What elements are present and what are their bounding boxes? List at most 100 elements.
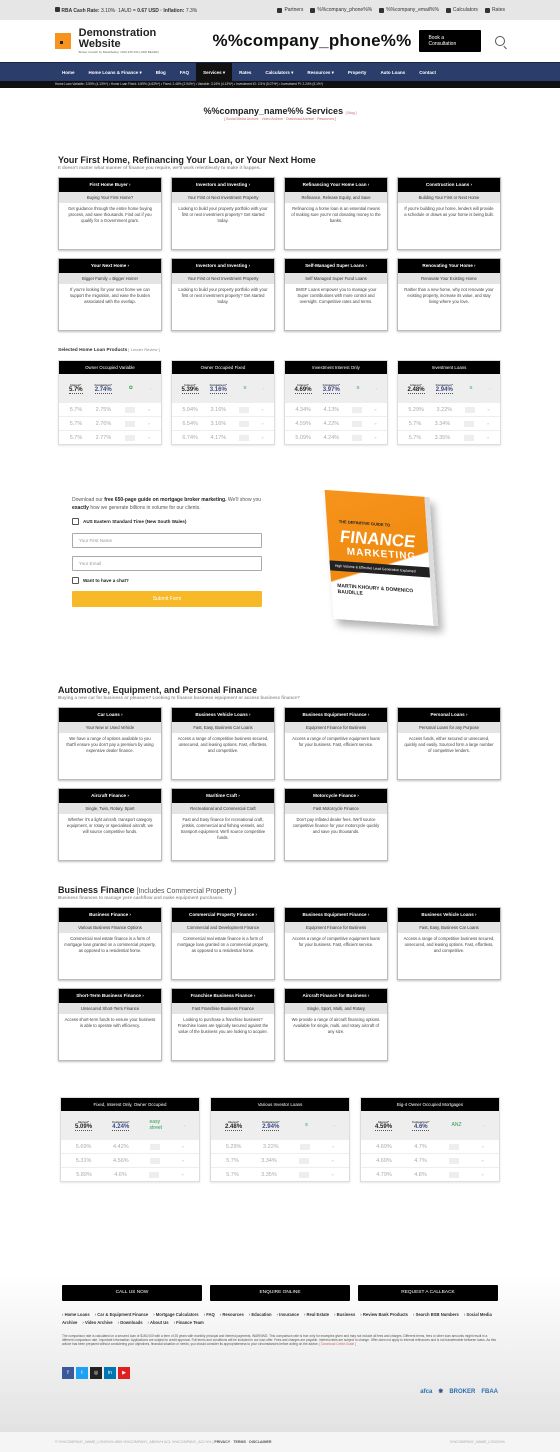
service-card[interactable]: Your Next Home › Bigger Family = Bigger H… xyxy=(58,258,162,331)
card-title[interactable]: Investors and Investing › xyxy=(172,259,274,273)
service-card[interactable]: Investors and Investing › Your First or N… xyxy=(171,258,275,331)
service-card[interactable]: Construction Loans › Building Your First … xyxy=(397,177,501,250)
disclaimer-link[interactable]: DISCLAIMER xyxy=(249,1440,271,1444)
rate-main-row[interactable]: Interest* 5.7% Comparison* 2.74% ✿ › xyxy=(59,374,161,402)
service-card[interactable]: Franchise Business Finance › Fast Franchi… xyxy=(171,988,275,1061)
rate-row[interactable]: 4.34% 4.13% » xyxy=(285,402,387,416)
credit-guide-link[interactable]: [ Download Credit Guide ] xyxy=(319,1342,356,1346)
first-name-input[interactable] xyxy=(72,533,262,548)
double-chevron-icon[interactable]: » xyxy=(482,1172,484,1177)
card-title[interactable]: Aircraft Finance › xyxy=(59,789,161,803)
service-card[interactable]: Business Equipment Finance › Equipment Fi… xyxy=(284,907,388,980)
card-title[interactable]: Motorcycle Finance › xyxy=(285,789,387,803)
footer-link[interactable]: Downloads xyxy=(118,1320,143,1325)
linkedin-icon[interactable]: in xyxy=(104,1367,116,1379)
nav-item-7[interactable]: Resources ▾ xyxy=(300,63,341,82)
rate-row[interactable]: 5.89% 4.6% » xyxy=(61,1167,199,1181)
rate-row[interactable]: 5.94% 3.16% » xyxy=(172,402,274,416)
double-chevron-icon[interactable]: » xyxy=(487,435,489,440)
card-title[interactable]: Refinancing Your Home Loan › xyxy=(285,178,387,192)
service-card[interactable]: Refinancing Your Home Loan › Refinance, R… xyxy=(284,177,388,250)
double-chevron-icon[interactable]: » xyxy=(482,1144,484,1149)
chevron-right-icon[interactable]: › xyxy=(484,1123,485,1128)
rate-row[interactable]: 5.7% 3.35% » xyxy=(211,1167,349,1181)
service-card[interactable]: Business Vehicle Loans › Fast, Easy, Busi… xyxy=(397,907,501,980)
footer-link[interactable]: Video Archive xyxy=(82,1320,112,1325)
service-card[interactable]: Motorcycle Finance › Fast Motorcycle Fina… xyxy=(284,788,388,861)
footer-link[interactable]: Resources xyxy=(220,1312,244,1317)
double-chevron-icon[interactable]: » xyxy=(332,1172,334,1177)
top-link-0[interactable]: Partners xyxy=(277,7,303,13)
service-card[interactable]: Investors and Investing › Your First or N… xyxy=(171,177,275,250)
card-title[interactable]: Business Equipment Finance › xyxy=(285,708,387,722)
nav-item-3[interactable]: FAQ xyxy=(173,63,196,82)
rate-row[interactable]: 5.09% 4.24% » xyxy=(285,430,387,444)
chevron-right-icon[interactable]: › xyxy=(489,386,490,391)
double-chevron-icon[interactable]: » xyxy=(332,1144,334,1149)
service-card[interactable]: Personal Loans › Personal Loans for any P… xyxy=(397,707,501,780)
card-title[interactable]: Business Equipment Finance › xyxy=(285,908,387,922)
double-chevron-icon[interactable]: » xyxy=(487,407,489,412)
footer-link[interactable]: FAQ xyxy=(204,1312,215,1317)
top-link-3[interactable]: Calculators xyxy=(445,7,478,13)
card-title[interactable]: Short-Term Business Finance › xyxy=(59,989,161,1003)
instagram-icon[interactable]: ◎ xyxy=(90,1367,102,1379)
card-title[interactable]: Business Vehicle Loans › xyxy=(398,908,500,922)
double-chevron-icon[interactable]: » xyxy=(148,435,150,440)
card-title[interactable]: Commercial Property Finance › xyxy=(172,908,274,922)
blog-link[interactable]: [ Blog ] xyxy=(346,111,357,115)
card-title[interactable]: Maritime Craft › xyxy=(172,789,274,803)
privacy-link[interactable]: PRIVACY xyxy=(214,1440,230,1444)
rate-row[interactable]: 4.69% 4.7% » xyxy=(361,1153,499,1167)
rate-row[interactable]: 5.29% 3.22% » xyxy=(211,1139,349,1153)
service-card[interactable]: Maritime Craft › Recreational and Commerc… xyxy=(171,788,275,861)
double-chevron-icon[interactable]: » xyxy=(487,421,489,426)
checkbox[interactable] xyxy=(72,577,79,584)
service-card[interactable]: Renovating Your Home › Renovate Your Exis… xyxy=(397,258,501,331)
rate-row[interactable]: 5.7% 3.35% » xyxy=(398,430,500,444)
rate-row[interactable]: 5.7% 3.34% » xyxy=(398,416,500,430)
rate-row[interactable]: 5.7% 2.76% » xyxy=(59,416,161,430)
card-title[interactable]: Renovating Your Home › xyxy=(398,259,500,273)
top-link-4[interactable]: Rates xyxy=(484,7,505,13)
double-chevron-icon[interactable]: » xyxy=(374,435,376,440)
card-title[interactable]: Business Finance › xyxy=(59,908,161,922)
rate-row[interactable]: 5.69% 4.42% » xyxy=(61,1139,199,1153)
rate-row[interactable]: 4.79% 4.8% » xyxy=(361,1167,499,1181)
footer-link[interactable]: Education xyxy=(249,1312,272,1317)
nav-item-5[interactable]: Rates xyxy=(232,63,258,82)
nav-item-8[interactable]: Property xyxy=(341,63,374,82)
rate-main-row[interactable]: Interest* 2.48% Comparison* 2.94% ≡ › xyxy=(398,374,500,402)
chevron-right-icon[interactable]: › xyxy=(376,386,377,391)
rate-row[interactable]: 4.69% 4.7% » xyxy=(361,1139,499,1153)
chevron-right-icon[interactable]: › xyxy=(184,1123,185,1128)
footer-link[interactable]: Insurance xyxy=(277,1312,299,1317)
service-card[interactable]: Self-Managed Super Loans › Self Managed S… xyxy=(284,258,388,331)
cta-button-0[interactable]: CALL US NOW xyxy=(62,1285,202,1301)
rate-main-row[interactable]: Interest* 5.39% Comparison* 3.16% ≡ › xyxy=(172,374,274,402)
card-title[interactable]: Self-Managed Super Loans › xyxy=(285,259,387,273)
search-icon[interactable] xyxy=(495,36,506,46)
rate-row[interactable]: 5.7% 2.75% » xyxy=(59,402,161,416)
double-chevron-icon[interactable]: » xyxy=(482,1158,484,1163)
timezone-checkbox[interactable]: AUS Eastern Standard Time (New South Wal… xyxy=(72,518,263,525)
chevron-right-icon[interactable]: › xyxy=(263,386,264,391)
double-chevron-icon[interactable]: » xyxy=(182,1144,184,1149)
double-chevron-icon[interactable]: » xyxy=(332,1158,334,1163)
header-phone[interactable]: %%company_phone%% xyxy=(213,31,412,51)
double-chevron-icon[interactable]: » xyxy=(182,1158,184,1163)
card-title[interactable]: Construction Loans › xyxy=(398,178,500,192)
rate-row[interactable]: 5.7% 2.77% » xyxy=(59,430,161,444)
footer-link[interactable]: About Us xyxy=(148,1320,169,1325)
card-title[interactable]: Car Loans › xyxy=(59,708,161,722)
card-title[interactable]: First Home Buyer › xyxy=(59,178,161,192)
top-link-1[interactable]: %%company_phone%% xyxy=(310,7,372,13)
rate-row[interactable]: 5.29% 3.22% » xyxy=(398,402,500,416)
rate-row[interactable]: 6.54% 3.16% » xyxy=(172,416,274,430)
rate-row[interactable]: 6.74% 4.17% » xyxy=(172,430,274,444)
nav-item-0[interactable]: Home xyxy=(55,63,82,82)
double-chevron-icon[interactable]: » xyxy=(182,1172,184,1177)
card-title[interactable]: Personal Loans › xyxy=(398,708,500,722)
footer-link[interactable]: Home Loans xyxy=(62,1312,90,1317)
nav-item-10[interactable]: Contact xyxy=(412,63,443,82)
